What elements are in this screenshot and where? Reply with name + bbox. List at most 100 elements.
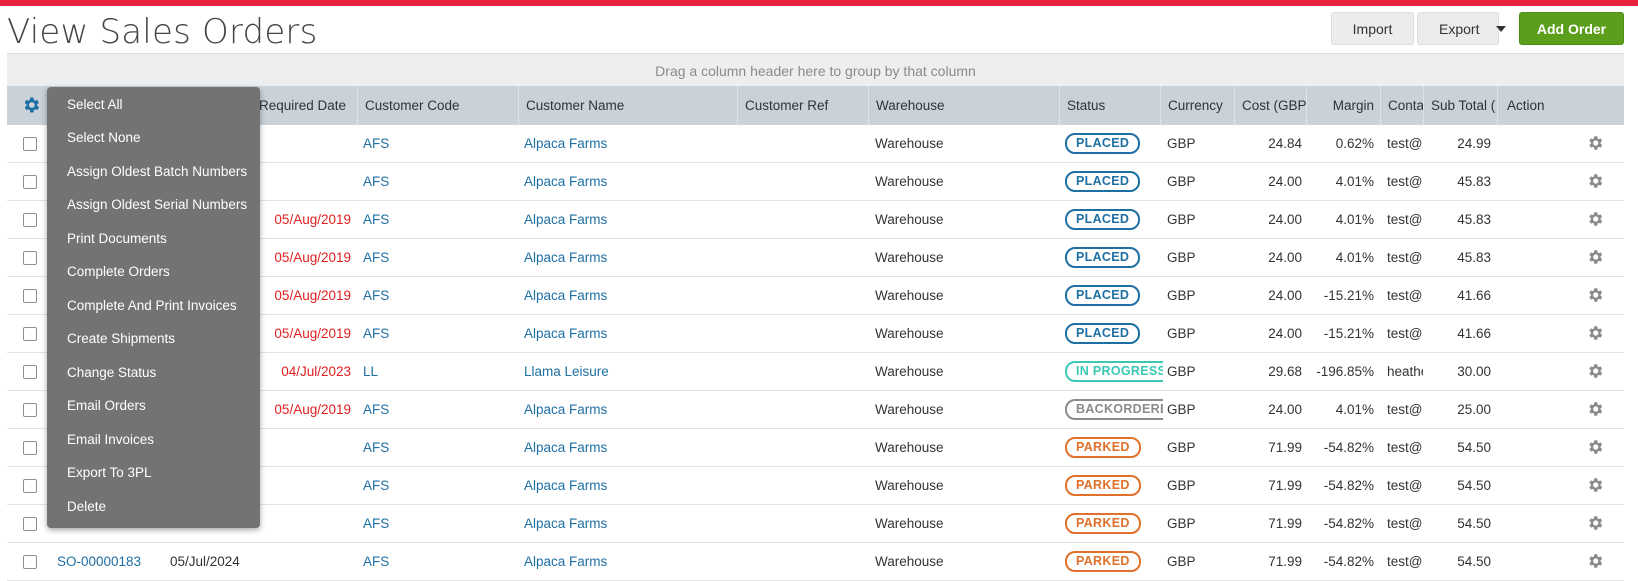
required-date — [251, 429, 351, 466]
menu-item[interactable]: Print Documents — [47, 221, 260, 255]
row-checkbox[interactable] — [23, 555, 37, 569]
row-checkbox[interactable] — [23, 251, 37, 265]
gear-icon[interactable] — [1586, 514, 1604, 532]
customer-code[interactable]: AFS — [363, 391, 513, 428]
gear-icon[interactable] — [1586, 172, 1604, 190]
gear-icon[interactable] — [1586, 248, 1604, 266]
row-checkbox[interactable] — [23, 365, 37, 379]
customer-code[interactable]: AFS — [363, 201, 513, 238]
gear-icon[interactable] — [1586, 476, 1604, 494]
customer-code[interactable]: AFS — [363, 163, 513, 200]
row-checkbox[interactable] — [23, 441, 37, 455]
menu-item[interactable]: Complete And Print Invoices — [47, 288, 260, 322]
subtotal: 45.83 — [1457, 212, 1491, 227]
menu-item[interactable]: Assign Oldest Batch Numbers — [47, 154, 260, 188]
warehouse: Warehouse — [875, 440, 944, 455]
gear-icon[interactable] — [1586, 134, 1604, 152]
customer-name[interactable]: Alpaca Farms — [524, 467, 729, 504]
col-margin[interactable]: Margin — [1306, 86, 1380, 125]
menu-item[interactable]: Complete Orders — [47, 255, 260, 289]
menu-item[interactable]: Select None — [47, 121, 260, 155]
status-badge: PARKED — [1065, 475, 1141, 496]
row-checkbox[interactable] — [23, 175, 37, 189]
row-checkbox[interactable] — [23, 517, 37, 531]
col-currency[interactable]: Currency — [1160, 86, 1234, 125]
col-required-date[interactable]: Required Date — [251, 86, 357, 125]
customer-name[interactable]: Alpaca Farms — [524, 125, 729, 162]
contact: test@u — [1387, 136, 1423, 151]
customer-code[interactable]: AFS — [363, 543, 513, 580]
required-date: 04/Jul/2023 — [281, 364, 351, 379]
gear-icon[interactable] — [1586, 324, 1604, 342]
customer-name[interactable]: Alpaca Farms — [524, 163, 729, 200]
gear-icon[interactable] — [1586, 286, 1604, 304]
gear-icon[interactable] — [21, 95, 41, 115]
customer-name[interactable]: Alpaca Farms — [524, 315, 729, 352]
contact: test@u — [1387, 174, 1423, 189]
required-date — [251, 543, 351, 580]
group-by-panel[interactable]: Drag a column header here to group by th… — [7, 53, 1624, 87]
customer-code[interactable]: AFS — [363, 505, 513, 542]
table-row[interactable]: SO-00000183 05/Jul/2024 AFS Alpaca Farms War… — [7, 543, 1624, 581]
currency: GBP — [1167, 288, 1196, 303]
col-customer-ref[interactable]: Customer Ref — [737, 86, 868, 125]
import-button[interactable]: Import — [1331, 12, 1414, 45]
customer-code[interactable]: AFS — [363, 429, 513, 466]
status-cell: PARKED — [1065, 543, 1163, 580]
menu-item[interactable]: Create Shipments — [47, 322, 260, 356]
customer-name[interactable]: Alpaca Farms — [524, 277, 729, 314]
row-checkbox[interactable] — [23, 137, 37, 151]
customer-code[interactable]: AFS — [363, 239, 513, 276]
col-contact[interactable]: Conta — [1380, 86, 1423, 125]
required-date: 05/Aug/2019 — [274, 212, 351, 227]
customer-name[interactable]: Alpaca Farms — [524, 505, 729, 542]
col-customer-name[interactable]: Customer Name — [518, 86, 737, 125]
customer-name[interactable]: Alpaca Farms — [524, 391, 729, 428]
customer-name[interactable]: Alpaca Farms — [524, 239, 729, 276]
menu-item[interactable]: Assign Oldest Serial Numbers — [47, 188, 260, 222]
contact: test@u — [1387, 554, 1423, 569]
gear-icon[interactable] — [1586, 362, 1604, 380]
menu-item[interactable]: Change Status — [47, 355, 260, 389]
menu-item[interactable]: Export To 3PL — [47, 456, 260, 490]
row-checkbox[interactable] — [23, 289, 37, 303]
gear-icon[interactable] — [1586, 438, 1604, 456]
add-order-button[interactable]: Add Order — [1519, 12, 1624, 45]
contact: test@u — [1387, 516, 1423, 531]
customer-name[interactable]: Alpaca Farms — [524, 543, 729, 580]
col-action: Action — [1497, 86, 1624, 125]
order-number[interactable]: SO-00000183 — [57, 543, 167, 580]
gear-icon[interactable] — [1586, 552, 1604, 570]
col-subtotal[interactable]: Sub Total ( — [1423, 86, 1497, 125]
margin: 4.01% — [1335, 402, 1374, 417]
row-checkbox[interactable] — [23, 479, 37, 493]
customer-code[interactable]: AFS — [363, 277, 513, 314]
cost: 24.00 — [1268, 288, 1302, 303]
row-checkbox[interactable] — [23, 213, 37, 227]
customer-name[interactable]: Alpaca Farms — [524, 429, 729, 466]
customer-name[interactable]: Alpaca Farms — [524, 201, 729, 238]
customer-code[interactable]: AFS — [363, 315, 513, 352]
gear-icon[interactable] — [1586, 210, 1604, 228]
menu-item[interactable]: Email Orders — [47, 389, 260, 423]
customer-code[interactable]: LL — [363, 353, 513, 390]
customer-code[interactable]: AFS — [363, 125, 513, 162]
col-status[interactable]: Status — [1059, 86, 1160, 125]
menu-item[interactable]: Delete — [47, 489, 260, 523]
customer-code[interactable]: AFS — [363, 467, 513, 504]
export-dropdown-toggle[interactable] — [1487, 12, 1515, 45]
menu-item[interactable]: Select All — [47, 87, 260, 121]
gear-icon[interactable] — [1586, 400, 1604, 418]
subtotal: 30.00 — [1457, 364, 1491, 379]
required-date: 05/Aug/2019 — [274, 326, 351, 341]
col-warehouse[interactable]: Warehouse — [868, 86, 1059, 125]
customer-name[interactable]: Llama Leisure — [524, 353, 729, 390]
col-customer-code[interactable]: Customer Code — [357, 86, 518, 125]
col-cost[interactable]: Cost (GBP — [1234, 86, 1306, 125]
subtotal: 54.50 — [1457, 478, 1491, 493]
currency: GBP — [1167, 174, 1196, 189]
menu-item[interactable]: Email Invoices — [47, 422, 260, 456]
row-checkbox[interactable] — [23, 327, 37, 341]
row-checkbox[interactable] — [23, 403, 37, 417]
currency: GBP — [1167, 364, 1196, 379]
